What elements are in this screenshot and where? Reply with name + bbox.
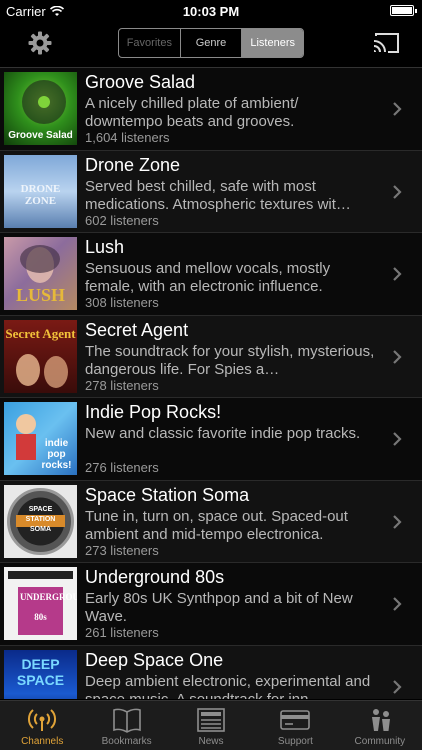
channel-artwork: Secret Agent bbox=[4, 319, 77, 393]
channel-description: Served best chilled, safe with most medi… bbox=[85, 177, 351, 213]
channel-row[interactable]: Secret Agent Secret Agent The soundtrack… bbox=[0, 315, 422, 398]
channel-title: Drone Zone bbox=[85, 154, 181, 175]
tab-community[interactable]: Community bbox=[338, 701, 422, 750]
channel-title: Underground 80s bbox=[85, 567, 225, 587]
listener-count: 276 listeners bbox=[85, 460, 159, 475]
battery-icon bbox=[390, 5, 417, 16]
channel-artwork: DRONE ZONE bbox=[4, 154, 77, 228]
artwork-caption: SPACE STATION SOMA bbox=[25, 505, 56, 533]
tab-bar: Channels Bookmarks News Support Communit… bbox=[0, 700, 422, 750]
channel-artwork: indie pop rocks! bbox=[4, 402, 77, 475]
chevron-right-icon bbox=[393, 679, 402, 694]
listener-count: 308 listeners bbox=[85, 295, 159, 310]
tab-news[interactable]: News bbox=[169, 701, 253, 750]
tab-label: Community bbox=[354, 736, 406, 747]
tab-label: Bookmarks bbox=[101, 736, 152, 747]
chevron-right-icon bbox=[393, 597, 402, 611]
artwork-caption: Secret Agent bbox=[5, 325, 76, 341]
artwork-caption: DRONE ZONE bbox=[20, 182, 61, 207]
channel-row[interactable]: Groove Salad Groove Salad A nicely chill… bbox=[0, 68, 422, 151]
listener-count: 1,604 listeners bbox=[85, 130, 170, 145]
channel-artwork: UNDERGROUND 80s bbox=[4, 567, 77, 640]
listener-count: 273 listeners bbox=[85, 542, 159, 558]
channel-description: Tune in, turn on, space out. Spaced-out … bbox=[85, 507, 348, 543]
broadcast-icon bbox=[28, 709, 57, 731]
status-bar: Carrier 10:03 PM bbox=[0, 0, 422, 22]
channel-description: Deep ambient electronic, experimental an… bbox=[85, 672, 371, 700]
chevron-right-icon bbox=[393, 184, 402, 199]
chevron-right-icon bbox=[393, 102, 402, 116]
artwork-caption: Groove Salad bbox=[8, 130, 73, 141]
nav-bar: Favorites Genre Listeners bbox=[0, 22, 422, 66]
chevron-right-icon bbox=[393, 267, 402, 281]
credit-card-icon bbox=[280, 710, 311, 730]
channel-row[interactable]: DEEP SPACE Deep Space One Deep ambient e… bbox=[0, 645, 422, 700]
segment-genre[interactable]: Genre bbox=[181, 29, 243, 57]
channel-list: Groove Salad Groove Salad A nicely chill… bbox=[0, 67, 422, 699]
channel-title: Groove Salad bbox=[85, 72, 196, 92]
tab-label: Support bbox=[277, 736, 313, 747]
channel-artwork: DEEP SPACE bbox=[4, 649, 77, 699]
tab-bookmarks[interactable]: Bookmarks bbox=[84, 701, 168, 750]
listener-count: 278 listeners bbox=[85, 377, 159, 393]
gear-icon[interactable] bbox=[28, 31, 52, 55]
channel-title: Indie Pop Rocks! bbox=[85, 402, 222, 422]
chevron-right-icon bbox=[393, 349, 402, 364]
listener-count: 602 listeners bbox=[85, 212, 159, 228]
artwork-caption: UNDERGROUND 80s bbox=[20, 592, 77, 622]
tab-support[interactable]: Support bbox=[253, 701, 337, 750]
chevron-right-icon bbox=[393, 432, 402, 446]
newspaper-icon bbox=[197, 708, 225, 732]
status-time: 10:03 PM bbox=[182, 4, 240, 19]
channel-description: A nicely chilled plate of ambient/ downt… bbox=[85, 95, 299, 130]
artwork-caption: LUSH bbox=[15, 285, 66, 305]
channel-row[interactable]: SPACE STATION SOMA Space Station Soma Tu… bbox=[0, 480, 422, 563]
tab-label: Channels bbox=[21, 736, 64, 747]
segment-listeners[interactable]: Listeners bbox=[242, 29, 303, 57]
artwork-caption: DEEP SPACE bbox=[16, 655, 65, 688]
channel-title: Lush bbox=[85, 237, 125, 257]
channel-artwork: Groove Salad bbox=[4, 72, 77, 145]
tab-channels[interactable]: Channels bbox=[0, 701, 84, 750]
channel-title: Secret Agent bbox=[85, 319, 189, 340]
cast-icon[interactable] bbox=[372, 32, 400, 54]
sort-segmented-control: Favorites Genre Listeners bbox=[118, 28, 304, 58]
channel-description: Early 80s UK Synthpop and a bit of New W… bbox=[85, 590, 353, 625]
book-icon bbox=[112, 708, 141, 733]
listener-count: 261 listeners bbox=[85, 625, 159, 640]
channel-artwork: LUSH bbox=[4, 237, 77, 310]
channel-description: Sensuous and mellow vocals, mostly femal… bbox=[85, 260, 331, 295]
people-icon bbox=[371, 709, 390, 731]
segment-favorites[interactable]: Favorites bbox=[119, 29, 181, 57]
tab-label: News bbox=[198, 736, 224, 747]
channel-row[interactable]: LUSH Lush Sensuous and mellow vocals, mo… bbox=[0, 233, 422, 316]
channel-description: The soundtrack for your stylish, mysteri… bbox=[85, 342, 375, 378]
artwork-caption: indie pop rocks! bbox=[41, 438, 72, 471]
channel-row[interactable]: UNDERGROUND 80s Underground 80s Early 80… bbox=[0, 563, 422, 646]
channel-artwork: SPACE STATION SOMA bbox=[4, 484, 77, 558]
channel-description: New and classic favorite indie pop track… bbox=[85, 425, 361, 442]
channel-title: Deep Space One bbox=[85, 649, 224, 670]
channel-row[interactable]: DRONE ZONE Drone Zone Served best chille… bbox=[0, 150, 422, 233]
channel-row[interactable]: indie pop rocks! Indie Pop Rocks! New an… bbox=[0, 398, 422, 481]
chevron-right-icon bbox=[393, 514, 402, 529]
channel-title: Space Station Soma bbox=[85, 484, 250, 505]
